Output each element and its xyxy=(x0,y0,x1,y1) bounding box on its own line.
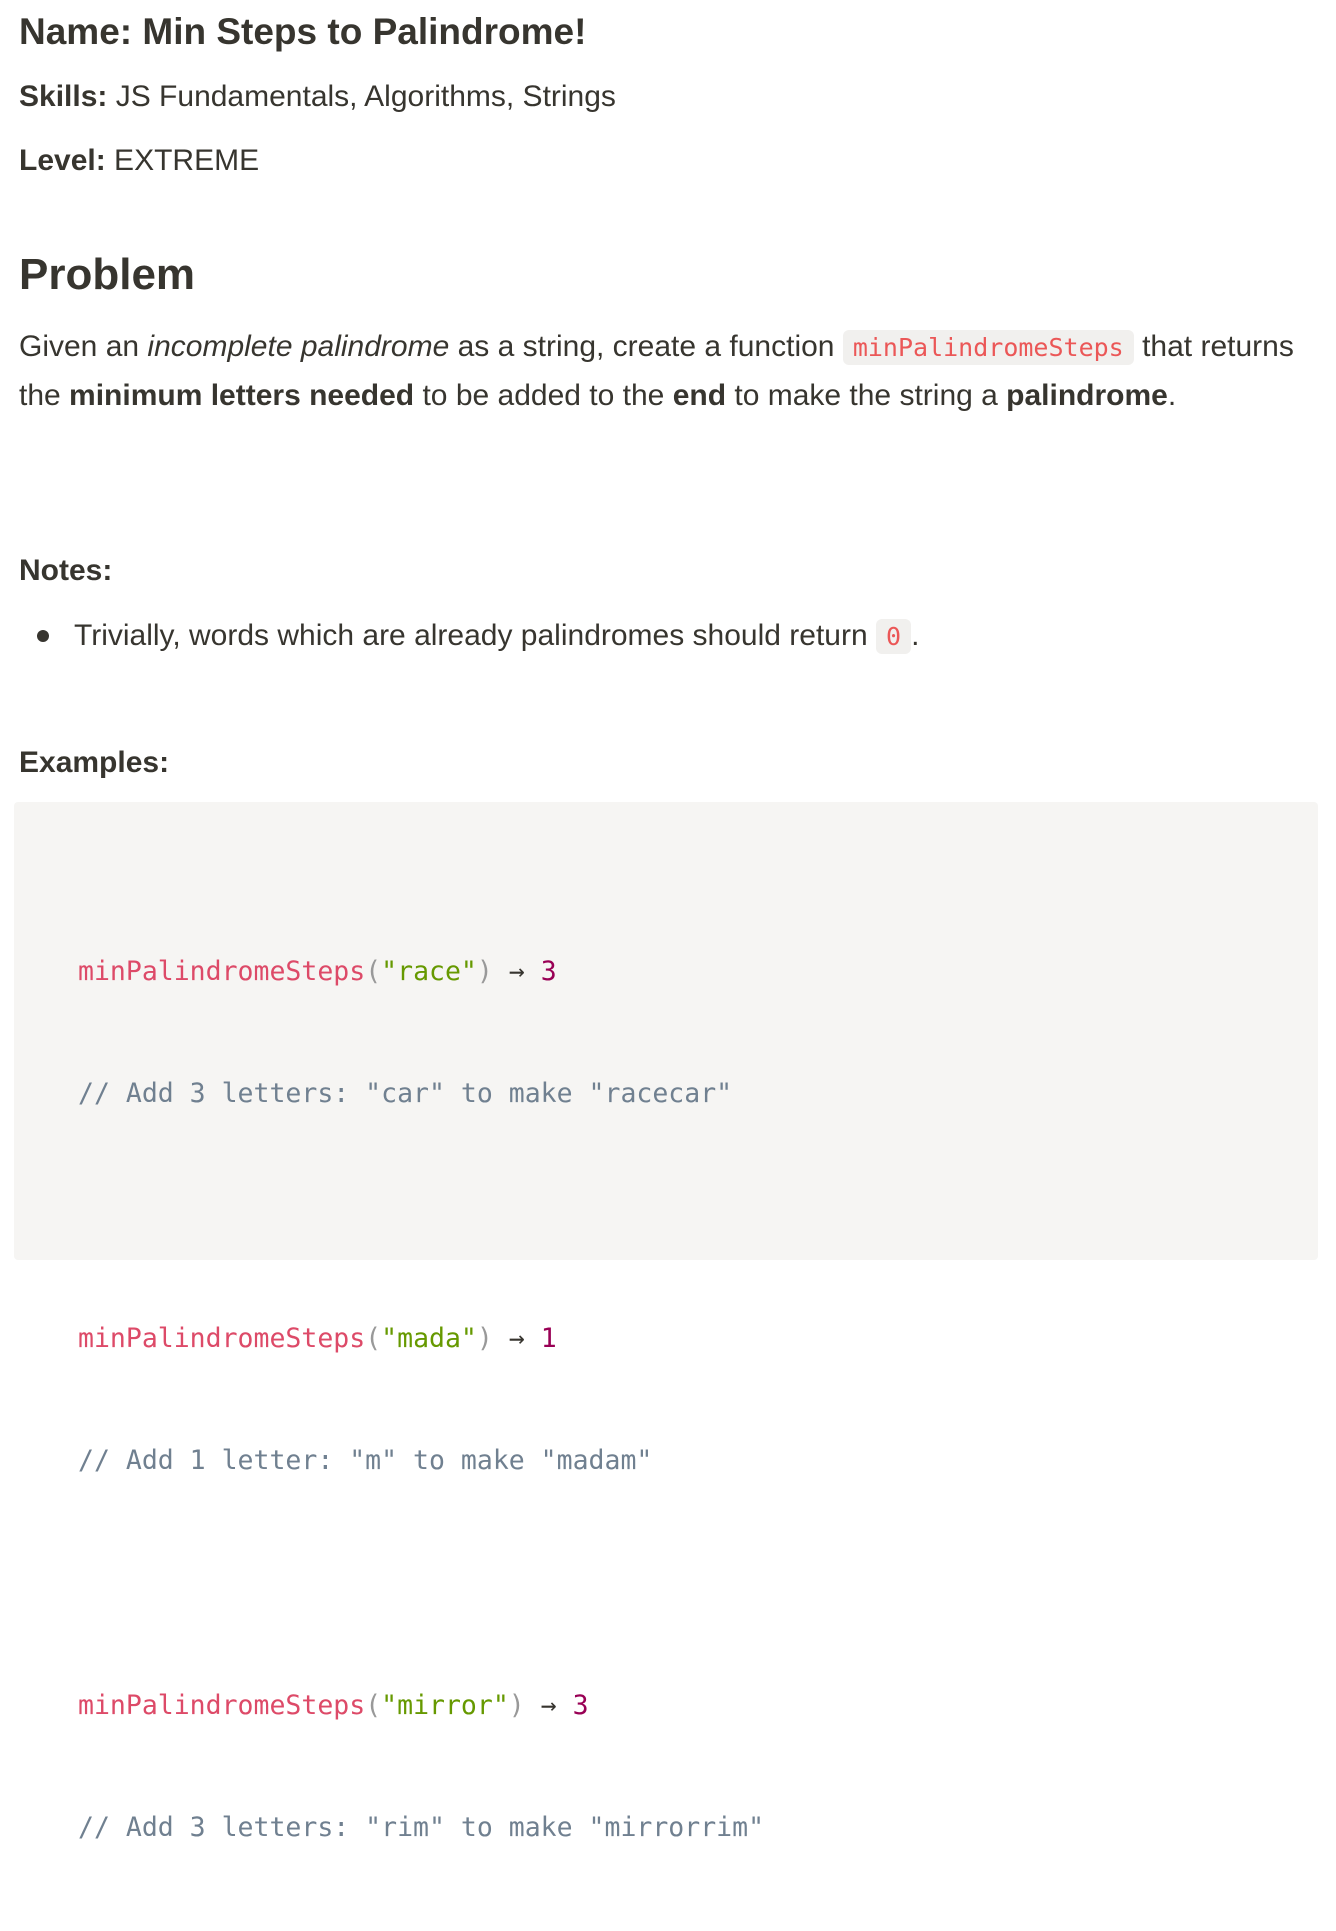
skills-line: Skills: JS Fundamentals, Algorithms, Str… xyxy=(19,77,616,117)
code-line-call: minPalindromeSteps("race") → 3 xyxy=(78,952,764,993)
problem-description: Given an incomplete palindrome as a stri… xyxy=(19,323,1319,420)
problem-text-5: to make the string a xyxy=(726,379,1007,412)
note-text: Trivially, words which are already palin… xyxy=(74,612,919,661)
problem-text-6: . xyxy=(1167,379,1177,412)
code-result-number: 3 xyxy=(540,955,557,987)
code-string-arg: "mada" xyxy=(381,1322,477,1354)
problem-bold-palindrome: palindrome xyxy=(1006,379,1168,412)
code-line-comment: // Add 1 letter: "m" to make "madam" xyxy=(78,1441,764,1482)
code-arrow: → xyxy=(492,955,541,987)
code-function-name: minPalindromeSteps xyxy=(78,1689,366,1721)
note-zero-code: 0 xyxy=(876,619,912,654)
code-close-paren: ) xyxy=(508,1689,525,1721)
problem-text-2: as a string, create a function xyxy=(449,330,843,363)
page-title: Name: Min Steps to Palindrome! xyxy=(19,11,587,52)
function-name-code: minPalindromeSteps xyxy=(842,330,1134,365)
problem-bold-minimum-letters: minimum letters needed xyxy=(69,379,415,412)
code-line-call: minPalindromeSteps("mada") → 1 xyxy=(78,1319,764,1360)
code-close-paren: ) xyxy=(476,1322,493,1354)
code-close-paren: ) xyxy=(476,955,493,987)
code-function-name: minPalindromeSteps xyxy=(78,955,366,987)
code-open-paren: ( xyxy=(365,1322,382,1354)
note-text-body: Trivially, words which are already palin… xyxy=(74,619,877,652)
level-line: Level: EXTREME xyxy=(19,141,259,181)
problem-heading: Problem xyxy=(19,250,196,299)
examples-heading: Examples: xyxy=(19,746,170,779)
problem-emphasis-incomplete-palindrome: incomplete palindrome xyxy=(147,330,450,363)
code-arrow: → xyxy=(492,1322,541,1354)
code-arrow: → xyxy=(524,1689,573,1721)
code-function-name: minPalindromeSteps xyxy=(78,1322,366,1354)
notes-heading: Notes: xyxy=(19,554,113,587)
code-string-arg: "race" xyxy=(381,955,477,987)
problem-text-4: to be added to the xyxy=(414,379,673,412)
examples-code-block: minPalindromeSteps("race") → 3 // Add 3 … xyxy=(14,802,1318,1843)
code-comment: // Add 1 letter: "m" to make "madam" xyxy=(78,1445,653,1477)
level-label: Level: xyxy=(19,144,106,177)
code-lines: minPalindromeSteps("race") → 3 // Add 3 … xyxy=(78,870,764,1931)
code-line-comment: // Add 3 letters: "rim" to make "mirrorr… xyxy=(78,1808,764,1849)
code-line-comment: // Add 3 letters: "car" to make "racecar… xyxy=(78,1074,764,1115)
code-comment: // Add 3 letters: "car" to make "racecar… xyxy=(78,1077,733,1109)
code-open-paren: ( xyxy=(365,1689,382,1721)
problem-text-1: Given an xyxy=(19,330,148,363)
code-result-number: 3 xyxy=(572,1689,589,1721)
code-open-paren: ( xyxy=(365,955,382,987)
problem-bold-end: end xyxy=(672,379,727,412)
code-string-arg: "mirror" xyxy=(381,1689,509,1721)
skills-label: Skills: xyxy=(19,80,108,113)
code-comment: // Add 3 letters: "rim" to make "mirrorr… xyxy=(78,1812,765,1844)
code-line-call: minPalindromeSteps("mirror") → 3 xyxy=(78,1686,764,1727)
note-text-suffix: . xyxy=(911,619,920,652)
level-value: EXTREME xyxy=(105,144,260,177)
code-result-number: 1 xyxy=(540,1322,557,1354)
bullet-dot-icon xyxy=(37,630,49,642)
skills-value: JS Fundamentals, Algorithms, Strings xyxy=(107,80,616,113)
